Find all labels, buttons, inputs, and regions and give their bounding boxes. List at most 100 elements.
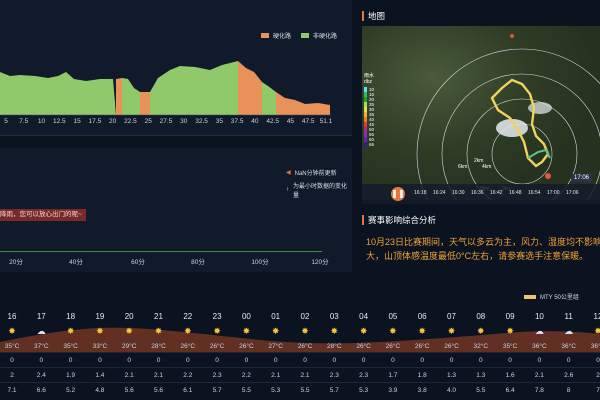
forecast-precip: 0	[185, 357, 190, 364]
rain-x-tick: 120分	[311, 259, 329, 266]
sun-icon: ✸	[184, 326, 192, 336]
elevation-x-tick: 32.5	[195, 118, 208, 125]
forecast-hour: 11	[564, 312, 573, 321]
forecast-humidity: 4.0	[446, 387, 457, 394]
forecast-precip: 0	[566, 357, 571, 364]
rain-note-badge: 降雨，您可以放心出门的呢~	[0, 209, 86, 221]
cloud-icon: ☁	[36, 326, 46, 336]
sun-icon: ✸	[594, 326, 600, 336]
forecast-row-divider	[0, 382, 600, 383]
forecast-humidity: 3.9	[388, 387, 398, 394]
forecast-legend-label: MTY 50公里组	[540, 295, 579, 301]
forecast-precip: 0	[10, 357, 14, 364]
forecast-hour: 04	[359, 312, 369, 321]
analysis-line-2: 大，山顶体感温度最低0°C左右，请参赛选手注意保暖。	[366, 251, 589, 261]
radar-map[interactable]: 雨水 dbz 10 15 20 25 30 35 40 45 50 55 60 65 2km 4km 6k…	[362, 26, 600, 200]
forecast-wind: 2.3	[212, 372, 222, 379]
rain-x-tick: 60分	[131, 259, 145, 266]
elevation-x-tick: 42.5	[266, 118, 279, 125]
sun-icon: ✸	[8, 326, 16, 336]
forecast-temp: 32°C	[473, 343, 489, 350]
forecast-temp: 28°C	[151, 343, 166, 350]
elevation-x-tick: 51.1	[319, 118, 333, 125]
map-title-text: 地图	[368, 11, 386, 21]
forecast-precip: 0	[127, 357, 131, 364]
forecast-precip: 0	[215, 357, 219, 364]
forecast-humidity: 5.5	[476, 387, 486, 394]
forecast-wind: 2.1	[124, 372, 134, 379]
elevation-area-unpaved	[0, 72, 116, 115]
cloud-icon: ☁	[534, 326, 544, 336]
timeline-tick[interactable]: 16:30	[452, 190, 465, 196]
elevation-area-paved-3	[238, 61, 262, 115]
forecast-hour: 21	[154, 312, 163, 321]
forecast-humidity: 5.3	[271, 387, 281, 394]
forecast-row-divider	[0, 352, 600, 353]
radar-legend-scale: 10 15 20 25 30 35 40 45 50 55 60 65	[364, 87, 380, 147]
forecast-wind: 2.1	[534, 372, 544, 379]
forecast-humidity: 8	[566, 387, 571, 394]
forecast-wind: 1.3	[446, 372, 457, 379]
sun-icon: ✸	[389, 326, 397, 336]
timeline-tick[interactable]: 17:00	[547, 190, 560, 196]
forecast-precip: 0	[303, 357, 307, 364]
rain-legend-change-label: 为最小时数据的变化量	[293, 184, 348, 199]
elevation-x-tick: 15	[73, 118, 81, 125]
forecast-temp: 36°C	[590, 343, 600, 350]
elevation-area-unpaved-4	[262, 82, 276, 115]
radar-legend-value: 65	[369, 142, 375, 147]
rain-legend-updated-label: NaN分钟前更新	[294, 171, 337, 177]
forecast-humidity: 5.6	[124, 387, 134, 394]
route-end-marker	[510, 34, 514, 38]
forecast-precip: 0	[537, 357, 542, 364]
forecast-precip: 0	[596, 357, 600, 364]
route-start-marker	[545, 173, 551, 179]
forecast-temp: 35°C	[502, 343, 518, 350]
sun-icon: ✸	[242, 326, 251, 336]
timeline-tick[interactable]: 16:18	[414, 190, 427, 196]
forecast-temp: 33°C	[92, 343, 108, 350]
forecast-wind: 2.1	[153, 372, 164, 379]
timeline-tick[interactable]: 16:42	[490, 190, 503, 196]
forecast-precip: 0	[273, 357, 278, 364]
forecast-humidity: 3.8	[417, 387, 427, 394]
analysis-text: 10月23日比赛期间，天气以多云为主，风力、湿度均不影响比赛 大，山顶体感温度最…	[366, 235, 600, 263]
forecast-row-divider	[0, 367, 600, 368]
sun-icon: ✸	[506, 326, 514, 336]
elevation-x-tick: 5	[4, 118, 8, 125]
forecast-hour: 23	[212, 312, 222, 321]
forecast-humidity: 5.7	[212, 387, 222, 394]
forecast-humidity: 5.5	[241, 387, 251, 394]
play-button[interactable]: ❚❚	[391, 187, 405, 201]
elevation-area-unpaved-2	[122, 78, 140, 115]
timeline-tick[interactable]: 16:36	[471, 190, 484, 196]
forecast-legend: MTY 50公里组	[524, 292, 579, 301]
forecast-temp: 26°C	[209, 343, 225, 350]
forecast-temp: 28°C	[327, 343, 342, 350]
sun-icon: ✸	[418, 326, 426, 336]
timeline-tick[interactable]: 16:48	[509, 190, 522, 196]
forecast-temp: 29°C	[121, 343, 137, 350]
forecast-hour: 03	[329, 312, 339, 321]
sun-icon: ✸	[330, 326, 339, 336]
current-time-badge: 17:06	[571, 174, 593, 182]
forecast-wind: 2.2	[183, 372, 193, 379]
elevation-x-tick: 45	[286, 118, 295, 125]
timeline-tick[interactable]: 16:54	[528, 190, 541, 196]
play-icon: ❚❚	[391, 189, 405, 198]
elevation-x-tick: 37.5	[230, 118, 244, 125]
analysis-title-text: 赛事影响综合分析	[368, 215, 437, 225]
rain-x-tick: 80分	[191, 259, 205, 266]
analysis-line-1: 10月23日比赛期间，天气以多云为主，风力、湿度均不影响比赛	[366, 237, 600, 247]
timeline-tick[interactable]: 16:24	[433, 190, 446, 196]
elevation-chart	[0, 61, 332, 116]
forecast-humidity: 6.4	[505, 387, 515, 394]
elevation-x-tick: 22.5	[124, 118, 137, 125]
rain-x-tick: 20分	[9, 259, 23, 266]
forecast-temp: 37°C	[34, 343, 49, 350]
timeline-tick[interactable]: 17:06	[566, 190, 579, 196]
rain-panel: ◀ NaN分钟前更新 ↑ 为最小时数据的变化量 降雨，您可以放心出门的呢~ 20…	[0, 148, 352, 272]
rain-legend-updated: ◀ NaN分钟前更新	[286, 168, 337, 177]
analysis-title: 赛事影响综合分析	[362, 214, 436, 226]
forecast-precip: 0	[39, 357, 44, 364]
